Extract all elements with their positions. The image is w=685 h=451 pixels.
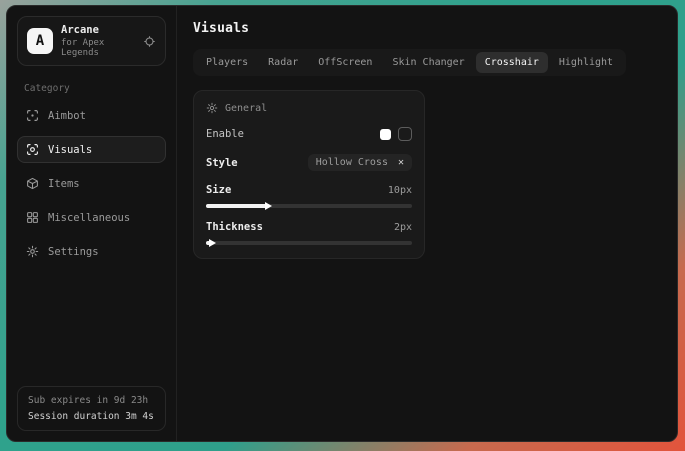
sidebar-item-items[interactable]: Items	[17, 170, 166, 197]
main-content: Visuals Players Radar OffScreen Skin Cha…	[177, 6, 677, 441]
size-label: Size	[206, 184, 231, 196]
enable-keybind-box[interactable]	[398, 127, 412, 141]
enable-controls	[380, 127, 412, 141]
tab-players[interactable]: Players	[197, 52, 257, 73]
thickness-row: Thickness 2px	[206, 221, 412, 233]
close-icon[interactable]: ✕	[398, 158, 404, 168]
sidebar-item-label: Aimbot	[48, 110, 86, 122]
tab-offscreen[interactable]: OffScreen	[309, 52, 381, 73]
grid-icon	[26, 211, 39, 224]
tab-crosshair[interactable]: Crosshair	[476, 52, 548, 73]
enable-checkbox[interactable]	[380, 129, 391, 140]
sidebar-item-aimbot[interactable]: Aimbot	[17, 102, 166, 129]
app-subtitle: for Apex Legends	[61, 38, 135, 58]
sidebar-item-settings[interactable]: Settings	[17, 238, 166, 265]
gear-icon	[26, 245, 39, 258]
logo-card: A Arcane for Apex Legends	[17, 16, 166, 66]
thickness-label: Thickness	[206, 221, 263, 233]
page-title: Visuals	[193, 21, 661, 36]
gear-icon	[206, 102, 218, 114]
general-panel: General Enable Style Hollow Cross ✕ Size…	[193, 90, 425, 259]
sidebar-item-label: Miscellaneous	[48, 212, 130, 224]
category-label: Category	[24, 83, 166, 94]
size-value: 10px	[388, 185, 412, 196]
enable-row: Enable	[206, 127, 412, 141]
session-duration-text: Session duration 3m 4s	[28, 411, 155, 422]
tab-highlight[interactable]: Highlight	[550, 52, 622, 73]
thickness-slider[interactable]	[206, 241, 412, 245]
size-slider[interactable]	[206, 204, 412, 208]
enable-label: Enable	[206, 128, 244, 140]
target-icon[interactable]	[143, 35, 156, 48]
panel-title: General	[225, 103, 267, 114]
sidebar: A Arcane for Apex Legends Category	[7, 6, 177, 441]
sidebar-item-miscellaneous[interactable]: Miscellaneous	[17, 204, 166, 231]
logo-text: Arcane for Apex Legends	[61, 24, 135, 58]
style-label: Style	[206, 157, 238, 169]
crosshair-scan-icon	[26, 109, 39, 122]
style-row: Style Hollow Cross ✕	[206, 154, 412, 171]
panel-header: General	[206, 102, 412, 114]
app-name: Arcane	[61, 24, 135, 36]
eye-scan-icon	[26, 143, 39, 156]
sidebar-item-visuals[interactable]: Visuals	[17, 136, 166, 163]
sidebar-item-label: Visuals	[48, 144, 92, 156]
sidebar-spacer	[17, 265, 166, 386]
style-select[interactable]: Hollow Cross ✕	[308, 154, 412, 171]
tab-radar[interactable]: Radar	[259, 52, 307, 73]
size-row: Size 10px	[206, 184, 412, 196]
size-slider-fill	[206, 204, 268, 208]
size-slider-thumb[interactable]	[265, 202, 272, 210]
tab-bar: Players Radar OffScreen Skin Changer Cro…	[193, 49, 626, 76]
sub-expires-text: Sub expires in 9d 23h	[28, 395, 155, 406]
thickness-value: 2px	[394, 222, 412, 233]
app-logo: A	[27, 28, 53, 54]
sidebar-item-label: Settings	[48, 246, 99, 258]
sidebar-nav: Aimbot Visuals Items	[17, 102, 166, 265]
cube-icon	[26, 177, 39, 190]
tab-skin-changer[interactable]: Skin Changer	[383, 52, 473, 73]
sidebar-item-label: Items	[48, 178, 80, 190]
app-window: A Arcane for Apex Legends Category	[6, 5, 678, 442]
subscription-status-card: Sub expires in 9d 23h Session duration 3…	[17, 386, 166, 431]
thickness-slider-thumb[interactable]	[209, 239, 216, 247]
style-selected-value: Hollow Cross	[316, 157, 388, 168]
